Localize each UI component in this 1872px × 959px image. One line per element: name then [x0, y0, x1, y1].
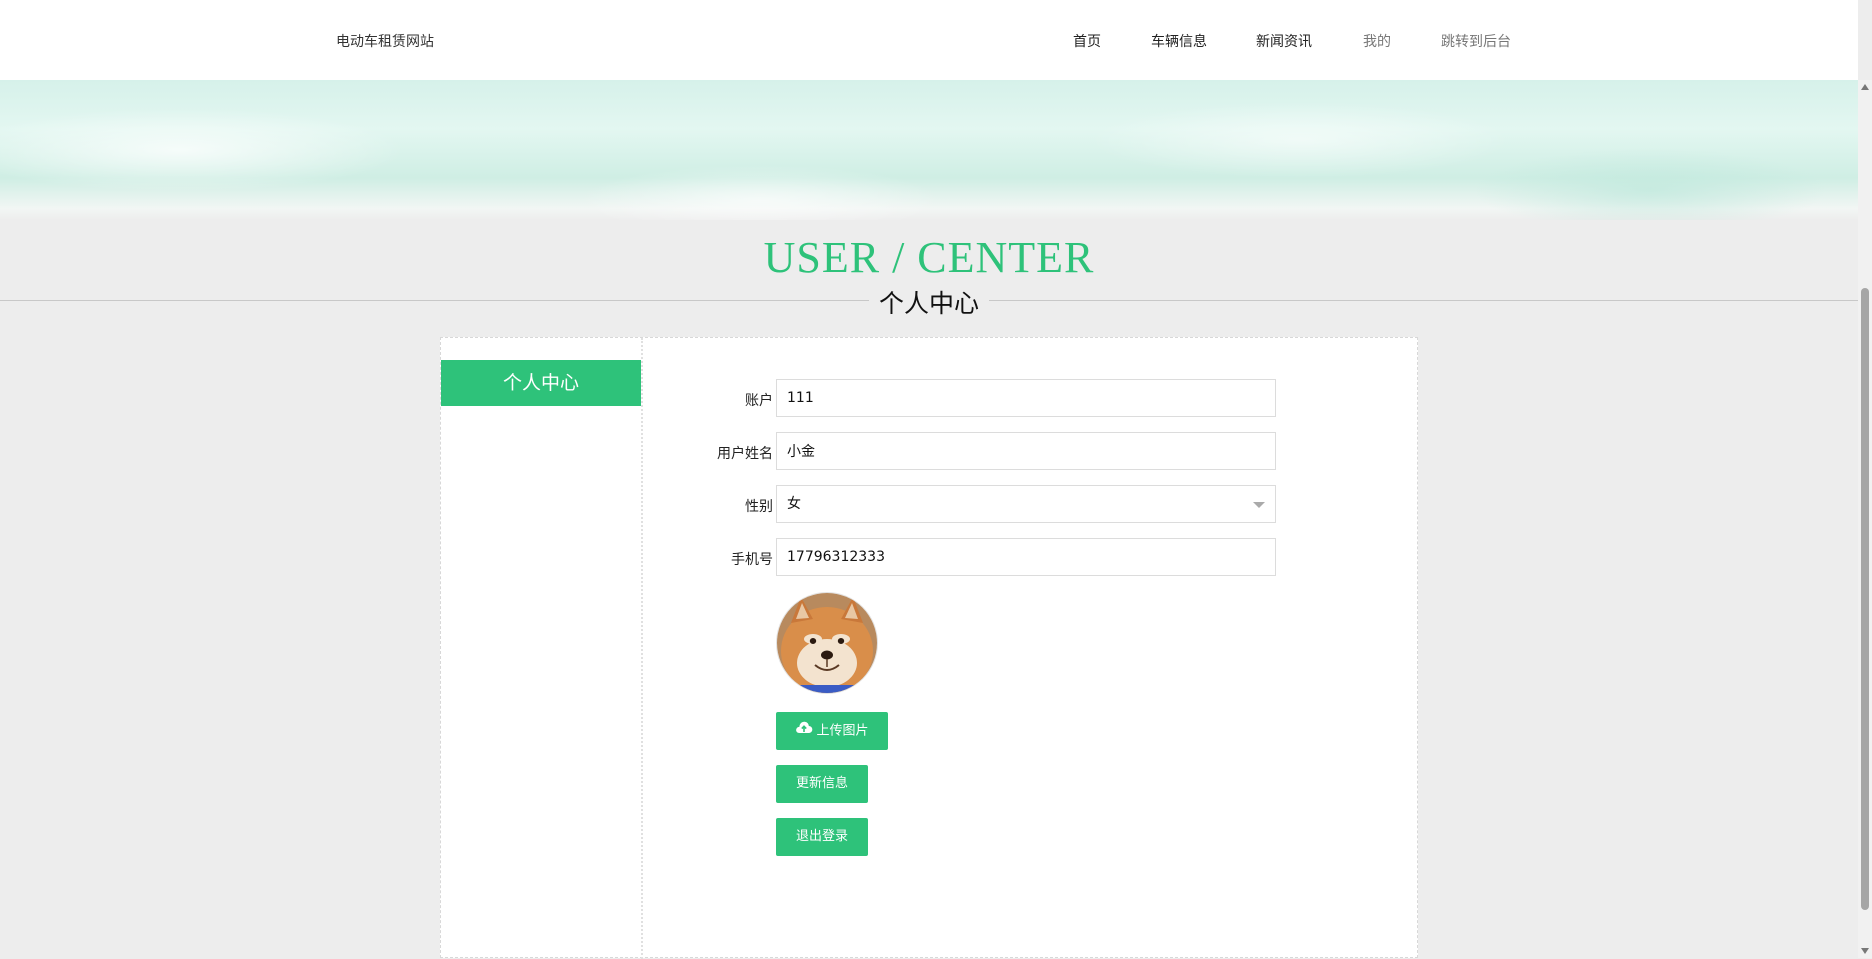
- name-label: 用户姓名: [717, 446, 773, 462]
- dog-avatar-image: [777, 593, 877, 693]
- nav-vehicle-info[interactable]: 车辆信息: [1151, 31, 1207, 51]
- avatar: [776, 592, 878, 694]
- section-heading: USER / CENTER 个人中心: [0, 232, 1858, 322]
- header-banner: [0, 80, 1858, 220]
- section-title-cn: 个人中心: [868, 289, 989, 318]
- update-info-button[interactable]: 更新信息: [776, 765, 868, 803]
- logout-button[interactable]: 退出登录: [776, 818, 868, 856]
- scroll-up-arrow-icon[interactable]: [1861, 84, 1869, 90]
- nav-mine[interactable]: 我的: [1363, 31, 1391, 51]
- section-title-en: USER / CENTER: [763, 233, 1095, 282]
- sidebar-item-user-center[interactable]: 个人中心: [441, 360, 641, 406]
- top-navbar: 电动车租赁网站 首页 车辆信息 新闻资讯 我的 跳转到后台: [0, 0, 1858, 80]
- phone-label: 手机号: [731, 552, 773, 568]
- cloud-upload-icon: [795, 712, 813, 750]
- nav-admin[interactable]: 跳转到后台: [1441, 31, 1511, 51]
- vertical-scrollbar[interactable]: [1858, 80, 1872, 958]
- gender-selected-value: 女: [787, 496, 801, 512]
- account-field[interactable]: [776, 379, 1276, 417]
- account-label: 账户: [745, 393, 773, 409]
- account-row: 账户: [643, 379, 1419, 419]
- nav-news[interactable]: 新闻资讯: [1256, 31, 1312, 51]
- phone-row: 手机号: [643, 538, 1419, 578]
- phone-field[interactable]: [776, 538, 1276, 576]
- name-field[interactable]: [776, 432, 1276, 470]
- nav-home[interactable]: 首页: [1073, 31, 1101, 51]
- name-row: 用户姓名: [643, 432, 1419, 472]
- gender-label: 性别: [745, 499, 773, 515]
- gender-select[interactable]: 女: [776, 485, 1276, 523]
- chevron-down-icon: [1253, 502, 1265, 508]
- upload-image-label: 上传图片: [816, 723, 869, 739]
- scroll-thumb[interactable]: [1861, 288, 1869, 910]
- user-center-panel: 个人中心 账户 用户姓名 性别 女 手机号: [440, 337, 1419, 959]
- scroll-down-arrow-icon[interactable]: [1861, 948, 1869, 954]
- gender-row: 性别 女: [643, 485, 1419, 525]
- main-nav: 首页 车辆信息 新闻资讯 我的 跳转到后台: [0, 31, 1858, 51]
- profile-form: 账户 用户姓名 性别 女 手机号: [643, 338, 1419, 959]
- sidebar: 个人中心: [441, 338, 643, 959]
- upload-image-button[interactable]: 上传图片: [776, 712, 888, 750]
